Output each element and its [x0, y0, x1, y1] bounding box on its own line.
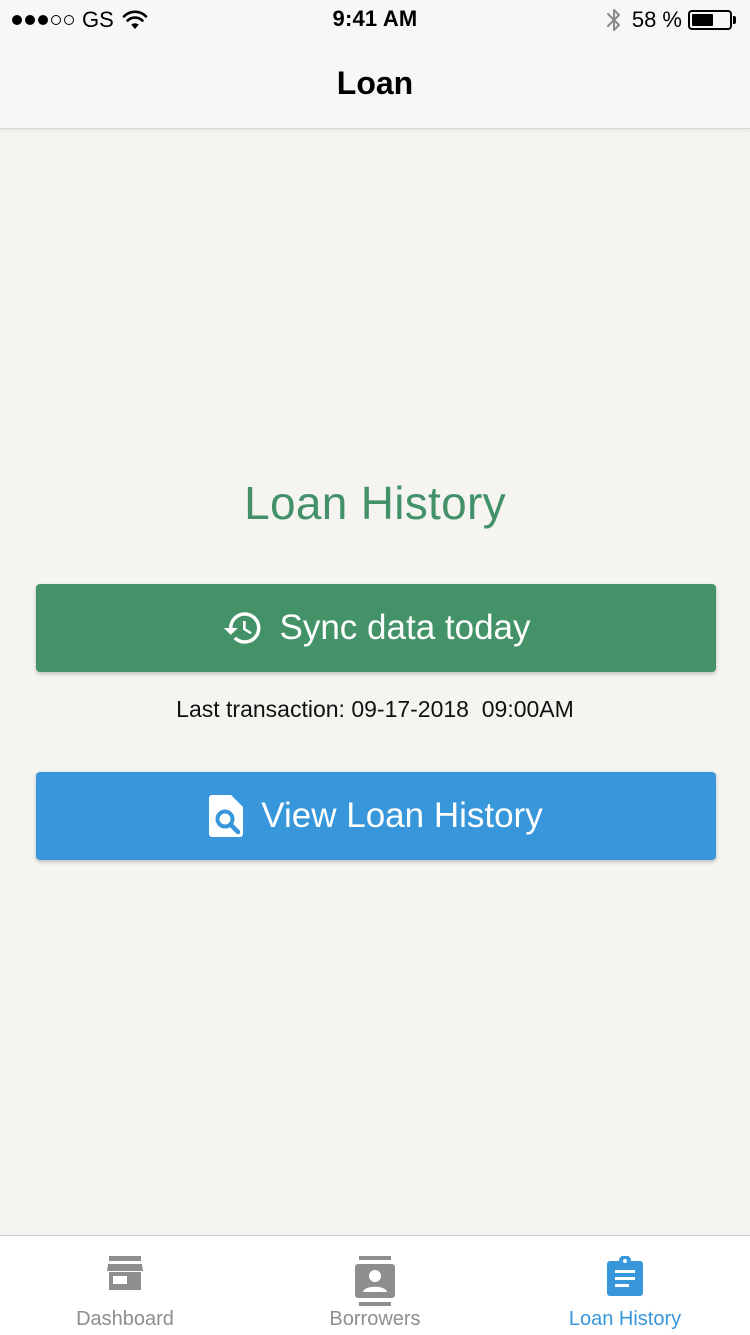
history-icon: [222, 607, 264, 649]
contact-icon: [355, 1256, 395, 1306]
store-icon: [106, 1256, 144, 1290]
tab-label-dashboard: Dashboard: [76, 1308, 174, 1330]
battery-cap: [733, 16, 736, 24]
battery-icon: [688, 10, 732, 30]
file-search-icon: [209, 795, 245, 837]
tab-borrowers[interactable]: Borrowers: [250, 1236, 500, 1335]
status-right: 58 %: [606, 7, 736, 33]
tab-loan-history[interactable]: Loan History: [500, 1236, 750, 1335]
sync-button-label: Sync data today: [279, 608, 531, 647]
view-loan-history-button[interactable]: View Loan History: [36, 772, 716, 860]
tab-label-borrowers: Borrowers: [329, 1308, 421, 1330]
bluetooth-icon: [606, 9, 620, 31]
clipboard-icon: [607, 1256, 643, 1296]
status-bar: GS 9:41 AM 58 %: [0, 0, 750, 40]
tab-dashboard[interactable]: Dashboard: [0, 1236, 250, 1335]
navigation-bar: Loan: [0, 40, 750, 129]
loan-history-heading: Loan History: [244, 477, 506, 529]
last-transaction-text: Last transaction: 09-17-2018 09:00AM: [176, 696, 574, 722]
tab-label-loan-history: Loan History: [568, 1308, 682, 1330]
sync-data-button[interactable]: Sync data today: [36, 584, 716, 672]
tab-bar: Dashboard Borrowers Loan History: [0, 1235, 750, 1335]
view-button-label: View Loan History: [261, 796, 543, 835]
page-title: Loan: [336, 65, 414, 101]
battery-percentage: 58 %: [631, 7, 682, 32]
